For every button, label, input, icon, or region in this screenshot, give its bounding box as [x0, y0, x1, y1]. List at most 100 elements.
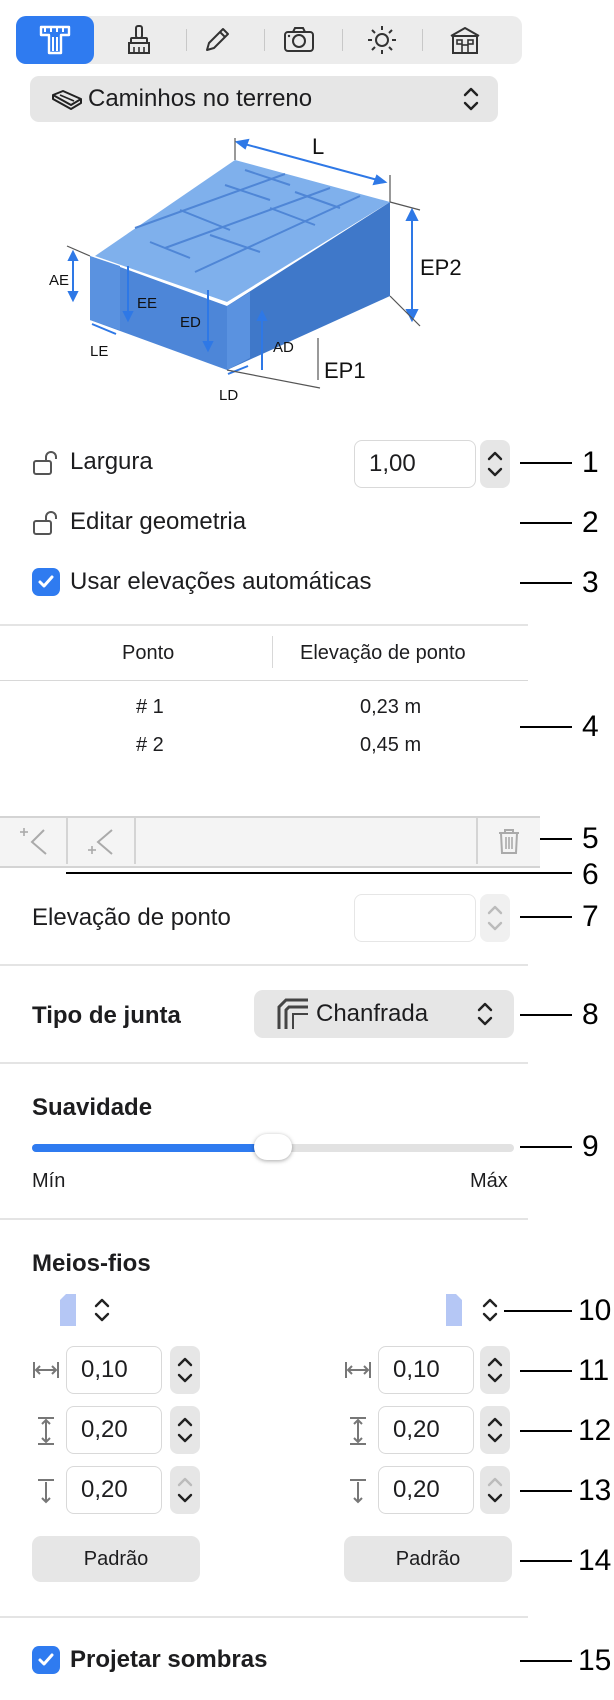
- depth-icon: [38, 1479, 54, 1504]
- sun-icon: [368, 26, 396, 54]
- add-point-icon: [20, 828, 47, 855]
- diagram-label-LE: LE: [90, 343, 108, 360]
- width-icon: [345, 1362, 371, 1378]
- right-curb-height-field[interactable]: 0,20: [378, 1406, 474, 1454]
- callout-line: [520, 1660, 572, 1662]
- section-divider: [0, 624, 528, 626]
- inspector-toolbar: [16, 16, 522, 64]
- cast-shadows-checkbox[interactable]: [32, 1646, 60, 1674]
- joint-type-value: Chanfrada: [316, 1000, 429, 1027]
- right-curb-default-button[interactable]: Padrão: [344, 1536, 512, 1582]
- chevron-up-down-icon: [463, 87, 479, 111]
- left-curb-height-stepper[interactable]: [170, 1406, 200, 1454]
- paint-brush-icon: [128, 25, 150, 54]
- diagram-label-LD: LD: [219, 387, 238, 404]
- callout-line: [520, 462, 572, 464]
- joint-type-popup[interactable]: Chanfrada: [254, 990, 514, 1038]
- auto-elevations-checkbox[interactable]: [32, 568, 60, 596]
- callout-number: 1: [582, 446, 599, 479]
- chevron-up-down-icon: [177, 1357, 193, 1383]
- left-curb-default-button[interactable]: Padrão: [32, 1536, 200, 1582]
- tab-materials[interactable]: [100, 16, 178, 64]
- auto-elevations-label: Usar elevações automáticas: [70, 568, 372, 595]
- width-label: Largura: [70, 448, 153, 475]
- right-curb-height-stepper[interactable]: [480, 1406, 510, 1454]
- curb-profile-icon: [446, 1294, 498, 1326]
- callout-number: 2: [582, 506, 599, 539]
- width-field[interactable]: 1,00: [354, 440, 476, 488]
- chevron-up-down-icon: [487, 1357, 503, 1383]
- right-curb-width-stepper[interactable]: [480, 1346, 510, 1394]
- tab-camera[interactable]: [256, 16, 342, 64]
- tab-building[interactable]: [422, 16, 508, 64]
- right-curb-profile-popup[interactable]: [444, 1292, 500, 1328]
- diagram-label-AD: AD: [273, 339, 294, 356]
- unlock-icon[interactable]: [32, 450, 58, 476]
- callout-line: [520, 1370, 572, 1372]
- element-type-label: Caminhos no terreno: [88, 85, 313, 112]
- delete-point-button[interactable]: [478, 818, 540, 864]
- callout-line: [504, 1310, 572, 1312]
- callout-line: [520, 1560, 572, 1562]
- point-elevation-stepper[interactable]: [480, 894, 510, 942]
- callout-line: [520, 1430, 572, 1432]
- element-type-popup[interactable]: Caminhos no terreno: [30, 76, 498, 122]
- point-elevation-field[interactable]: [354, 894, 476, 942]
- callout-line: [520, 1014, 572, 1016]
- checkmark-icon: [38, 1653, 54, 1666]
- column-header-elevation[interactable]: Elevação de ponto: [300, 642, 466, 665]
- edit-geometry-label: Editar geometria: [70, 508, 247, 535]
- checkmark-icon: [38, 575, 54, 588]
- callout-line: [520, 1490, 572, 1492]
- chevron-up-down-icon: [487, 1477, 503, 1503]
- right-curb-depth-field[interactable]: 0,20: [378, 1466, 474, 1514]
- diagram-label-EE: EE: [137, 295, 157, 312]
- left-curb-width-field[interactable]: 0,10: [66, 1346, 162, 1394]
- left-curb-width-stepper[interactable]: [170, 1346, 200, 1394]
- callout-number: 3: [582, 566, 599, 599]
- terrain-path-icon: [52, 90, 82, 110]
- table-cell-elevation[interactable]: 0,45 m: [360, 734, 421, 757]
- right-curb-width-field[interactable]: 0,10: [378, 1346, 474, 1394]
- section-divider: [0, 1062, 528, 1064]
- callout-number: 5: [582, 822, 599, 855]
- diagram-label-EP2: EP2: [420, 255, 462, 280]
- left-curb-height-field[interactable]: 0,20: [66, 1406, 162, 1454]
- callout-number: 13: [578, 1474, 612, 1507]
- height-icon: [38, 1417, 54, 1445]
- left-curb-depth-field[interactable]: 0,20: [66, 1466, 162, 1514]
- smoothness-min-label: Mín: [32, 1170, 66, 1192]
- chevron-up-down-icon: [177, 1417, 193, 1443]
- diagram-label-L: L: [312, 134, 324, 159]
- height-icon: [350, 1417, 366, 1445]
- curbs-label: Meios-fios: [32, 1250, 151, 1277]
- diagram-label-AE: AE: [49, 272, 69, 289]
- unlock-icon[interactable]: [32, 510, 58, 536]
- right-curb-depth-stepper[interactable]: [480, 1466, 510, 1514]
- diagram-label-ED: ED: [180, 314, 201, 331]
- callout-number: 10: [578, 1294, 612, 1327]
- width-stepper[interactable]: [480, 440, 510, 488]
- table-cell-point[interactable]: # 2: [136, 734, 164, 757]
- tab-edit[interactable]: [178, 16, 256, 64]
- callout-line: [520, 916, 572, 918]
- column-header-point[interactable]: Ponto: [122, 642, 174, 665]
- table-cell-elevation[interactable]: 0,23 m: [360, 696, 421, 719]
- table-cell-point[interactable]: # 1: [136, 696, 164, 719]
- callout-number: 15: [578, 1644, 612, 1677]
- smoothness-label: Suavidade: [32, 1094, 153, 1121]
- add-point-after-button[interactable]: [68, 818, 134, 864]
- tab-lighting[interactable]: [342, 16, 422, 64]
- tab-geometry[interactable]: [16, 16, 94, 64]
- left-curb-depth-stepper[interactable]: [170, 1466, 200, 1514]
- building-icon: [450, 27, 480, 54]
- left-curb-profile-popup[interactable]: [58, 1292, 112, 1328]
- width-icon: [33, 1362, 59, 1378]
- callout-line: [520, 582, 572, 584]
- add-point-before-button[interactable]: [0, 818, 66, 864]
- callout-number: 14: [578, 1544, 612, 1577]
- smoothness-slider-knob[interactable]: [254, 1134, 292, 1160]
- callout-line: [520, 1146, 572, 1148]
- camera-icon: [284, 27, 314, 52]
- curb-profile-icon: [60, 1294, 110, 1326]
